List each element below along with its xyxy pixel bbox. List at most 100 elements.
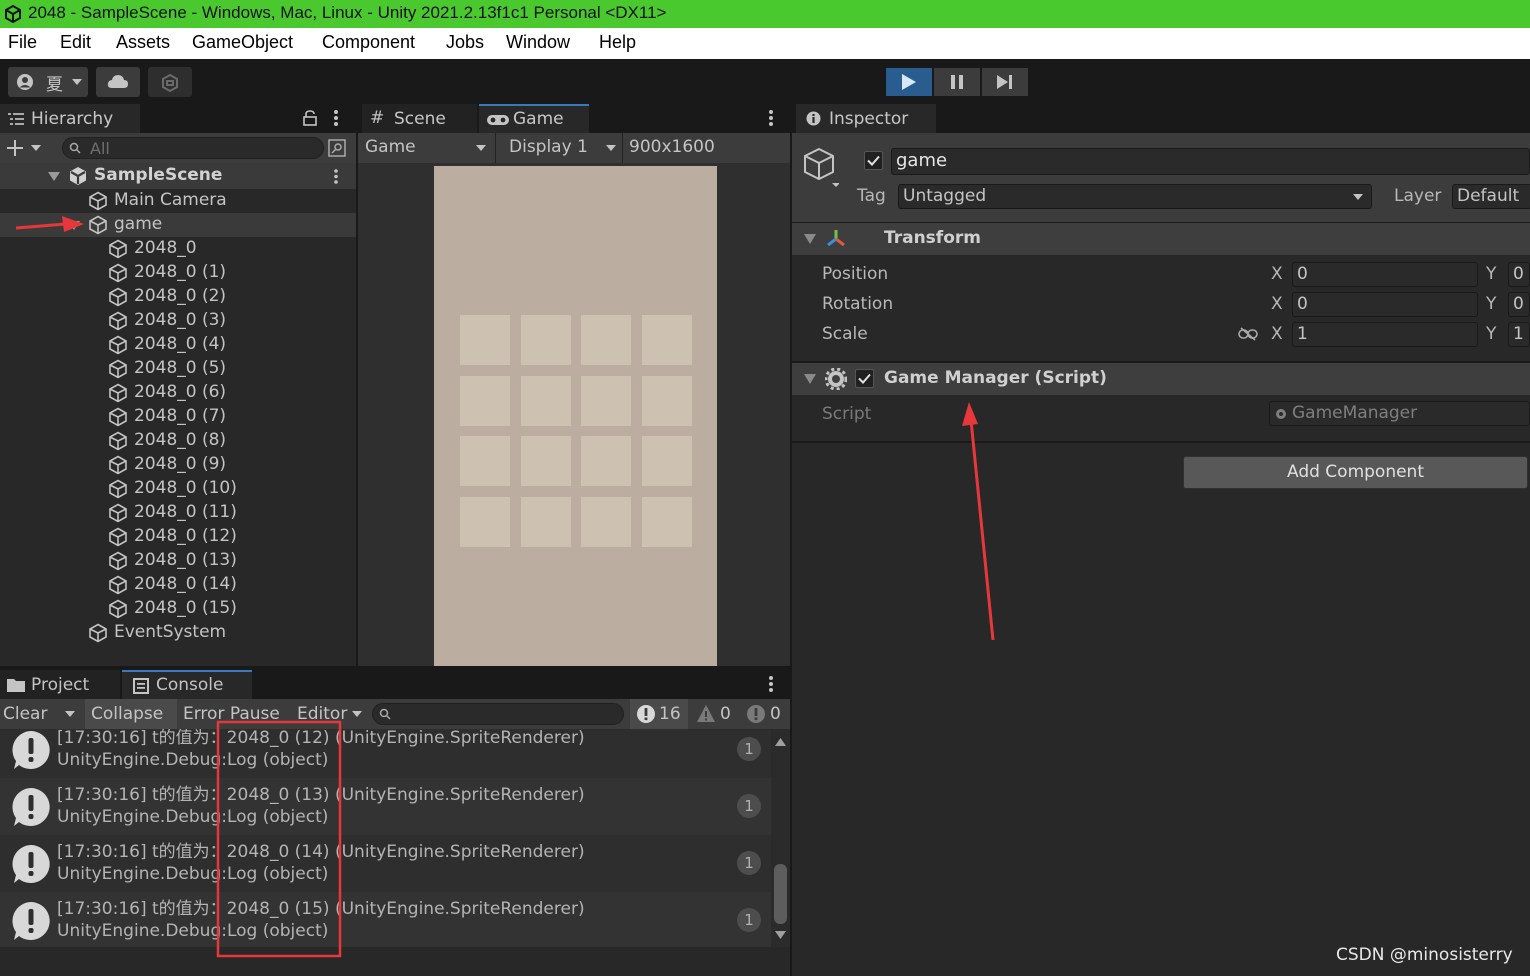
more-icon[interactable] bbox=[769, 110, 773, 126]
console-entry[interactable]: [17:30:16] t的值为：2048_0 (15) (UnityEngine… bbox=[0, 892, 771, 947]
collab-button[interactable] bbox=[148, 67, 192, 97]
hierarchy-item[interactable]: 2048_0 (6) bbox=[0, 381, 356, 405]
hierarchy-item[interactable]: 2048_0 (2) bbox=[0, 285, 356, 309]
console-entry[interactable]: [17:30:16] t的值为：2048_0 (12) (UnityEngine… bbox=[0, 729, 771, 778]
hierarchy-item[interactable]: 2048_0 (11) bbox=[0, 501, 356, 525]
step-button[interactable] bbox=[982, 68, 1028, 96]
x-value-field[interactable]: 0 bbox=[1292, 292, 1478, 317]
splitter[interactable] bbox=[790, 104, 792, 976]
menu-file[interactable]: File bbox=[8, 32, 37, 53]
resolution-dropdown[interactable]: 900x1600 bbox=[622, 133, 790, 163]
hierarchy-item[interactable]: 2048_0 (10) bbox=[0, 477, 356, 501]
gamemanager-header[interactable]: Game Manager (Script) bbox=[792, 363, 1530, 395]
transform-header[interactable]: Transform bbox=[792, 223, 1530, 255]
y-value-field[interactable]: 0 bbox=[1508, 292, 1530, 317]
scrollbar-thumb[interactable] bbox=[774, 864, 787, 924]
account-dropdown[interactable]: 夏 bbox=[8, 67, 88, 97]
menu-help[interactable]: Help bbox=[599, 32, 636, 53]
tab-scene[interactable]: # Scene bbox=[362, 104, 477, 133]
menu-jobs[interactable]: Jobs bbox=[446, 32, 484, 53]
hierarchy-item[interactable]: 2048_0 bbox=[0, 237, 356, 261]
clear-button[interactable]: Clear bbox=[3, 704, 47, 724]
expand-arrow-icon[interactable] bbox=[68, 221, 80, 230]
editor-dropdown[interactable]: Editor bbox=[297, 704, 347, 724]
hierarchy-item[interactable]: EventSystem bbox=[0, 621, 356, 645]
hierarchy-item[interactable]: 2048_0 (9) bbox=[0, 453, 356, 477]
hierarchy-item[interactable]: 2048_0 (5) bbox=[0, 357, 356, 381]
scroll-down-icon[interactable] bbox=[775, 931, 786, 939]
hierarchy-item-label: 2048_0 (6) bbox=[134, 382, 227, 402]
chevron-down-icon[interactable] bbox=[31, 145, 41, 151]
tag-dropdown[interactable]: Untagged bbox=[898, 184, 1372, 209]
more-icon[interactable] bbox=[334, 169, 338, 184]
hierarchy-item[interactable]: 2048_0 (3) bbox=[0, 309, 356, 333]
x-value-field[interactable]: 0 bbox=[1292, 262, 1478, 287]
hierarchy-item[interactable]: Main Camera bbox=[0, 189, 356, 213]
hierarchy-item[interactable]: 2048_0 (1) bbox=[0, 261, 356, 285]
divider bbox=[792, 441, 1530, 443]
tab-console[interactable]: Console bbox=[122, 670, 252, 699]
tab-hierarchy[interactable]: Hierarchy bbox=[0, 104, 140, 133]
menu-gameobject[interactable]: GameObject bbox=[192, 32, 293, 53]
y-value-field[interactable]: 0 bbox=[1508, 262, 1530, 287]
more-icon[interactable] bbox=[769, 676, 773, 692]
hierarchy-item[interactable]: 2048_0 (12) bbox=[0, 525, 356, 549]
error-filter-toggle[interactable]: 0 bbox=[740, 699, 786, 729]
cube-icon bbox=[109, 527, 127, 547]
console-entry[interactable]: [17:30:16] t的值为：2048_0 (13) (UnityEngine… bbox=[0, 778, 771, 835]
warning-filter-toggle[interactable]: 0 bbox=[692, 699, 734, 729]
scene-row[interactable]: SampleScene bbox=[0, 163, 356, 189]
hierarchy-item[interactable]: 2048_0 (4) bbox=[0, 333, 356, 357]
hierarchy-item[interactable]: 2048_0 (8) bbox=[0, 429, 356, 453]
menu-window[interactable]: Window bbox=[506, 32, 570, 53]
hierarchy-item[interactable]: game bbox=[0, 213, 356, 237]
gameobject-icon bbox=[108, 287, 128, 307]
layer-dropdown[interactable]: Default bbox=[1452, 184, 1530, 209]
board-tile bbox=[460, 496, 510, 547]
folder-icon bbox=[7, 679, 25, 692]
hierarchy-item[interactable]: 2048_0 (7) bbox=[0, 405, 356, 429]
game-mode-dropdown[interactable]: Game bbox=[358, 133, 496, 163]
error-pause-toggle[interactable]: Error Pause bbox=[183, 704, 280, 724]
console-entry[interactable]: [17:30:16] t的值为：2048_0 (14) (UnityEngine… bbox=[0, 835, 771, 892]
info-bubble-icon bbox=[637, 705, 655, 723]
board-tile bbox=[641, 436, 692, 486]
chevron-down-icon[interactable] bbox=[65, 711, 75, 717]
hierarchy-item[interactable]: 2048_0 (13) bbox=[0, 549, 356, 573]
tab-project[interactable]: Project bbox=[0, 670, 120, 699]
lock-icon[interactable] bbox=[303, 110, 317, 126]
hierarchy-item[interactable]: 2048_0 (15) bbox=[0, 597, 356, 621]
hierarchy-search-input[interactable]: All bbox=[62, 137, 324, 159]
menu-assets[interactable]: Assets bbox=[116, 32, 170, 53]
y-value-field[interactable]: 1 bbox=[1508, 322, 1530, 347]
menu-component[interactable]: Component bbox=[322, 32, 415, 53]
log-filter-toggle[interactable]: 16 bbox=[630, 699, 688, 729]
pause-button[interactable] bbox=[934, 68, 980, 96]
display-dropdown[interactable]: Display 1 bbox=[502, 133, 622, 163]
game-viewport[interactable] bbox=[358, 163, 790, 666]
scroll-up-icon[interactable] bbox=[775, 738, 786, 746]
component-enabled-checkbox[interactable] bbox=[855, 369, 874, 388]
board-tile bbox=[581, 436, 631, 486]
log-count-badge: 1 bbox=[737, 908, 761, 932]
tab-game[interactable]: Game bbox=[479, 104, 589, 133]
expand-arrow-icon[interactable] bbox=[48, 172, 60, 181]
tab-inspector[interactable]: Inspector bbox=[796, 104, 936, 133]
transform-icon bbox=[827, 230, 845, 247]
console-search-input[interactable] bbox=[372, 703, 624, 725]
add-component-button[interactable]: Add Component bbox=[1183, 456, 1528, 489]
plus-icon[interactable] bbox=[6, 139, 24, 157]
x-value-field[interactable]: 1 bbox=[1292, 322, 1478, 347]
more-icon[interactable] bbox=[334, 110, 338, 126]
menu-edit[interactable]: Edit bbox=[60, 32, 91, 53]
scene-search-icon[interactable] bbox=[328, 139, 346, 157]
play-button[interactable] bbox=[886, 68, 932, 96]
active-checkbox[interactable] bbox=[864, 151, 883, 170]
constrain-proportions-icon[interactable] bbox=[1238, 327, 1258, 341]
hierarchy-item[interactable]: 2048_0 (14) bbox=[0, 573, 356, 597]
tag-label: Tag bbox=[857, 186, 886, 206]
collapse-toggle[interactable]: Collapse bbox=[85, 699, 177, 729]
object-name-field[interactable]: game bbox=[891, 148, 1530, 175]
cloud-button[interactable] bbox=[96, 67, 140, 97]
console-scrollbar[interactable] bbox=[771, 729, 790, 947]
